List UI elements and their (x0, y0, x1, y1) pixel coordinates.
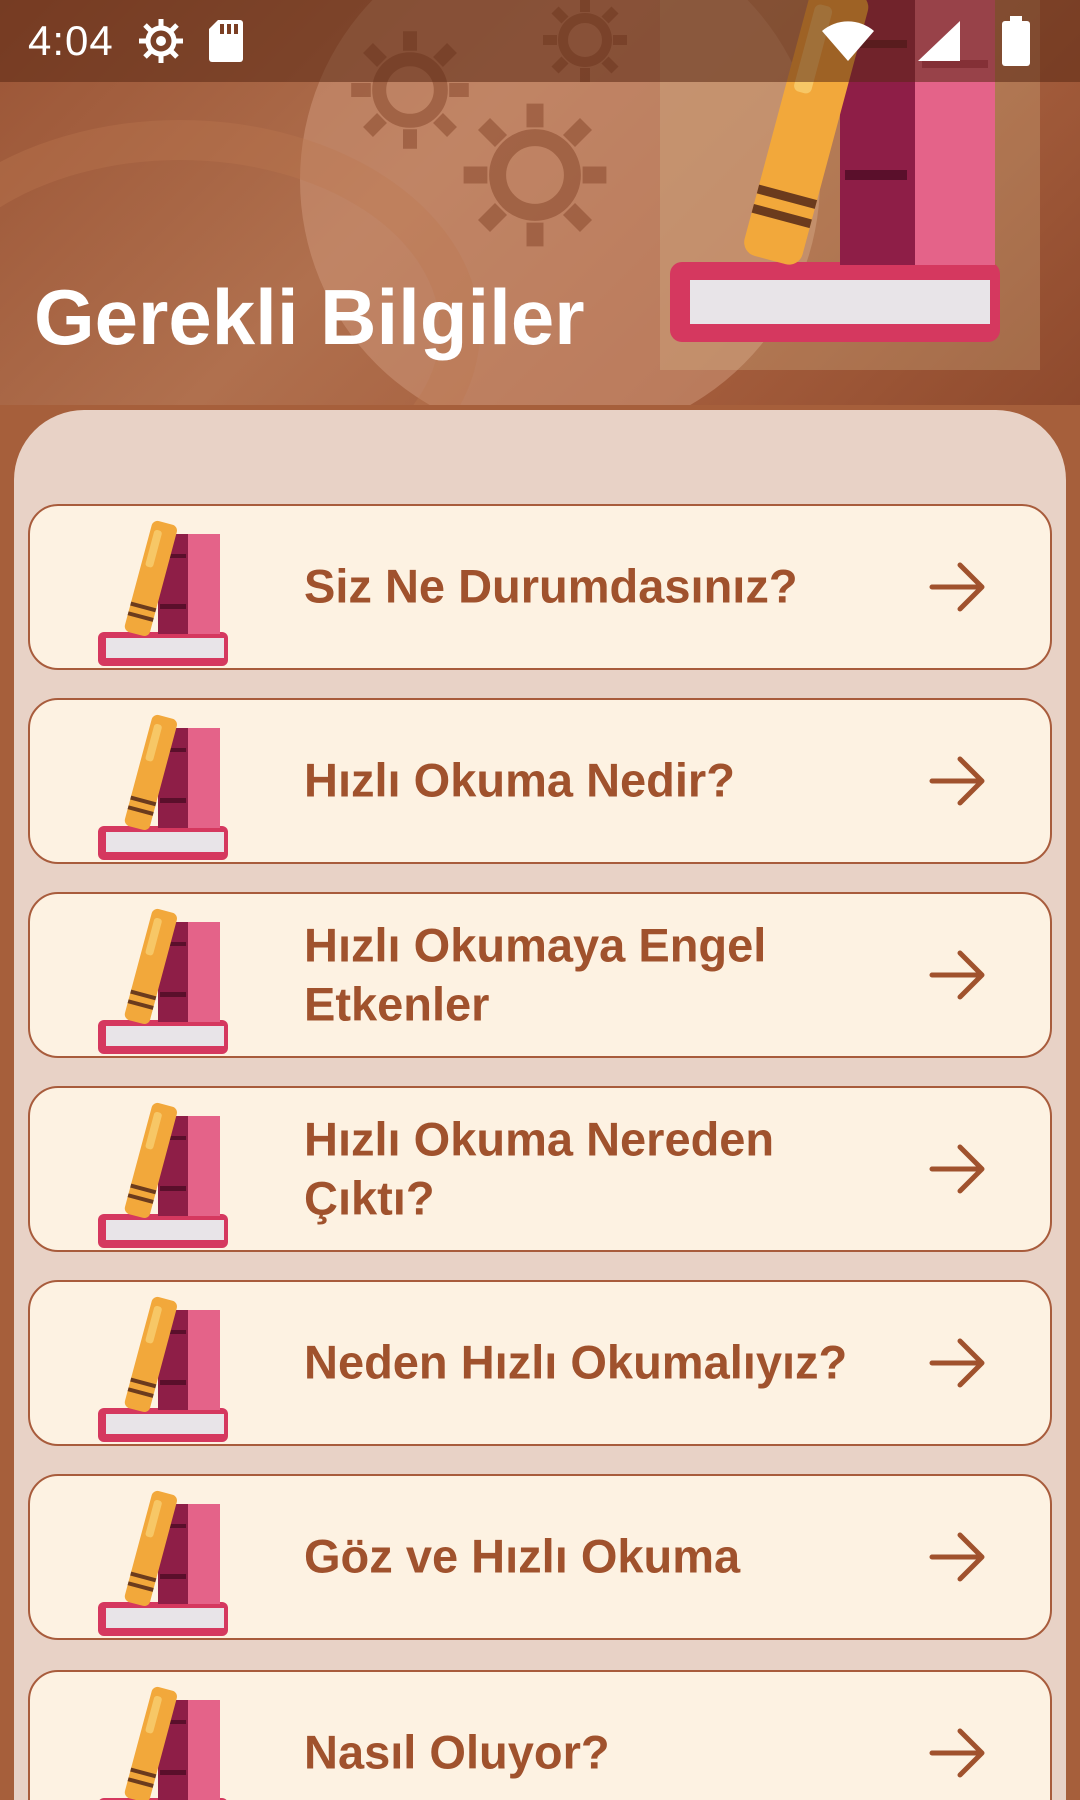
status-bar: 4:04 (0, 0, 1080, 82)
books-icon (98, 714, 228, 860)
menu-item[interactable]: Neden Hızlı Okumalıyız? (28, 1280, 1052, 1446)
arrow-right-icon (929, 756, 985, 806)
menu-item[interactable]: Göz ve Hızlı Okuma (28, 1474, 1052, 1640)
menu-item-label: Neden Hızlı Okumalıyız? (304, 1335, 848, 1389)
page-title: Gerekli Bilgiler (34, 273, 585, 361)
menu-item[interactable]: Siz Ne Durumdasınız? (28, 504, 1052, 670)
menu-item-label: Nasıl Oluyor? (304, 1725, 610, 1779)
app-screen: 4:04 Gerekli Bilgiler Siz Ne Durumdasını… (0, 0, 1080, 1800)
books-icon (99, 1686, 227, 1800)
arrow-right-icon (929, 1728, 985, 1778)
menu-item-label: Hızlı Okumaya Engel Etkenler (304, 918, 767, 1030)
gear-icon (463, 103, 607, 247)
menu-item-label: Hızlı Okuma Nedir? (304, 753, 735, 807)
menu-item[interactable]: Hızlı Okumaya Engel Etkenler (28, 892, 1052, 1058)
battery-icon (1002, 16, 1030, 66)
arrow-right-icon (929, 562, 985, 612)
arrow-right-icon (929, 1338, 985, 1388)
menu-item[interactable]: Hızlı Okuma Nereden Çıktı? (28, 1086, 1052, 1252)
arrow-right-icon (929, 1144, 985, 1194)
status-icons-right (820, 16, 1052, 66)
signal-icon (916, 19, 962, 63)
wifi-icon (820, 19, 876, 63)
books-icon (98, 1102, 228, 1248)
books-icon (98, 908, 228, 1054)
settings-icon (136, 16, 186, 66)
menu-item[interactable]: Nasıl Oluyor? (28, 1670, 1052, 1800)
books-icon (98, 1490, 228, 1636)
status-time: 4:04 (28, 17, 114, 64)
menu-item-label: Siz Ne Durumdasınız? (304, 559, 798, 613)
books-icon (98, 1296, 228, 1442)
menu-item[interactable]: Hızlı Okuma Nedir? (28, 698, 1052, 864)
menu-item-label: Hızlı Okuma Nereden Çıktı? (304, 1112, 775, 1224)
arrow-right-icon (929, 950, 985, 1000)
books-icon (98, 520, 228, 666)
menu-item-label: Göz ve Hızlı Okuma (304, 1529, 741, 1583)
sd-card-icon (208, 18, 244, 64)
arrow-right-icon (929, 1532, 985, 1582)
